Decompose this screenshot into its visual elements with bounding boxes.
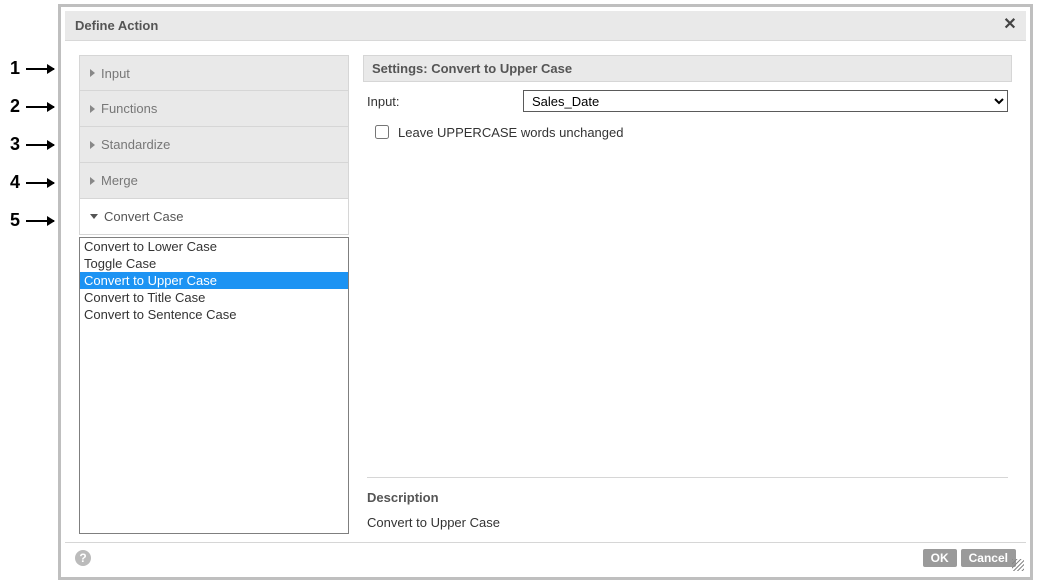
uppercase-unchanged-row: Leave UPPERCASE words unchanged xyxy=(367,122,1008,142)
accordion-section-standardize[interactable]: Standardize xyxy=(79,127,349,163)
list-item[interactable]: Convert to Sentence Case xyxy=(80,306,348,323)
footer: ? OK Cancel xyxy=(65,542,1026,573)
settings-body: Input: Sales_Date Leave UPPERCASE words … xyxy=(363,82,1012,534)
settings-panel: Settings: Convert to Upper Case Input: S… xyxy=(363,55,1012,534)
ok-button[interactable]: OK xyxy=(923,549,957,567)
chevron-right-icon xyxy=(90,69,95,77)
arrow-icon xyxy=(26,68,54,70)
chevron-right-icon xyxy=(90,105,95,113)
input-select[interactable]: Sales_Date xyxy=(523,90,1008,112)
accordion-section-convert-case[interactable]: Convert Case xyxy=(79,199,349,235)
footer-buttons: OK Cancel xyxy=(923,549,1016,567)
accordion: Input Functions Standardize Merge xyxy=(79,55,349,235)
accordion-label: Merge xyxy=(101,173,138,188)
help-icon[interactable]: ? xyxy=(75,550,91,566)
accordion-label: Convert Case xyxy=(104,209,183,224)
accordion-section-merge[interactable]: Merge xyxy=(79,163,349,199)
arrow-icon xyxy=(26,106,54,108)
input-row: Input: Sales_Date xyxy=(367,90,1008,112)
uppercase-unchanged-checkbox[interactable] xyxy=(375,125,389,139)
settings-header: Settings: Convert to Upper Case xyxy=(363,55,1012,82)
chevron-right-icon xyxy=(90,141,95,149)
description-text: Convert to Upper Case xyxy=(367,515,1008,530)
callout-1-num: 1 xyxy=(2,58,20,79)
titlebar: Define Action ✕ xyxy=(65,11,1026,41)
accordion-label: Input xyxy=(101,66,130,81)
callout-4-num: 4 xyxy=(2,172,20,193)
list-item[interactable]: Convert to Lower Case xyxy=(80,238,348,255)
dialog-frame: Define Action ✕ Input Functions Stan xyxy=(58,4,1033,580)
callout-1: 1 xyxy=(2,58,54,79)
description-block: Description Convert to Upper Case xyxy=(367,477,1008,530)
callout-4: 4 xyxy=(2,172,54,193)
accordion-label: Standardize xyxy=(101,137,170,152)
callout-5: 5 xyxy=(2,210,54,231)
arrow-icon xyxy=(26,182,54,184)
dialog-body: Input Functions Standardize Merge xyxy=(65,41,1026,542)
accordion-section-input[interactable]: Input xyxy=(79,55,349,91)
callout-3: 3 xyxy=(2,134,54,155)
chevron-down-icon xyxy=(90,214,98,219)
resize-handle-icon[interactable] xyxy=(1012,559,1024,571)
list-item[interactable]: Convert to Upper Case xyxy=(80,272,348,289)
description-title: Description xyxy=(367,490,1008,505)
close-icon[interactable]: ✕ xyxy=(1002,17,1018,33)
sidebar: Input Functions Standardize Merge xyxy=(79,55,349,534)
arrow-icon xyxy=(26,220,54,222)
callout-2-num: 2 xyxy=(2,96,20,117)
callout-5-num: 5 xyxy=(2,210,20,231)
input-select-wrap: Sales_Date xyxy=(523,90,1008,112)
convert-case-listbox[interactable]: Convert to Lower Case Toggle Case Conver… xyxy=(79,237,349,534)
dialog-title: Define Action xyxy=(75,18,158,33)
chevron-right-icon xyxy=(90,177,95,185)
cancel-button[interactable]: Cancel xyxy=(961,549,1016,567)
list-item[interactable]: Convert to Title Case xyxy=(80,289,348,306)
arrow-icon xyxy=(26,144,54,146)
define-action-dialog: Define Action ✕ Input Functions Stan xyxy=(65,11,1026,573)
uppercase-unchanged-label: Leave UPPERCASE words unchanged xyxy=(398,125,623,140)
callout-2: 2 xyxy=(2,96,54,117)
accordion-section-functions[interactable]: Functions xyxy=(79,91,349,127)
callout-3-num: 3 xyxy=(2,134,20,155)
input-label: Input: xyxy=(367,94,517,109)
list-item[interactable]: Toggle Case xyxy=(80,255,348,272)
accordion-label: Functions xyxy=(101,101,157,116)
spacer xyxy=(367,152,1008,463)
